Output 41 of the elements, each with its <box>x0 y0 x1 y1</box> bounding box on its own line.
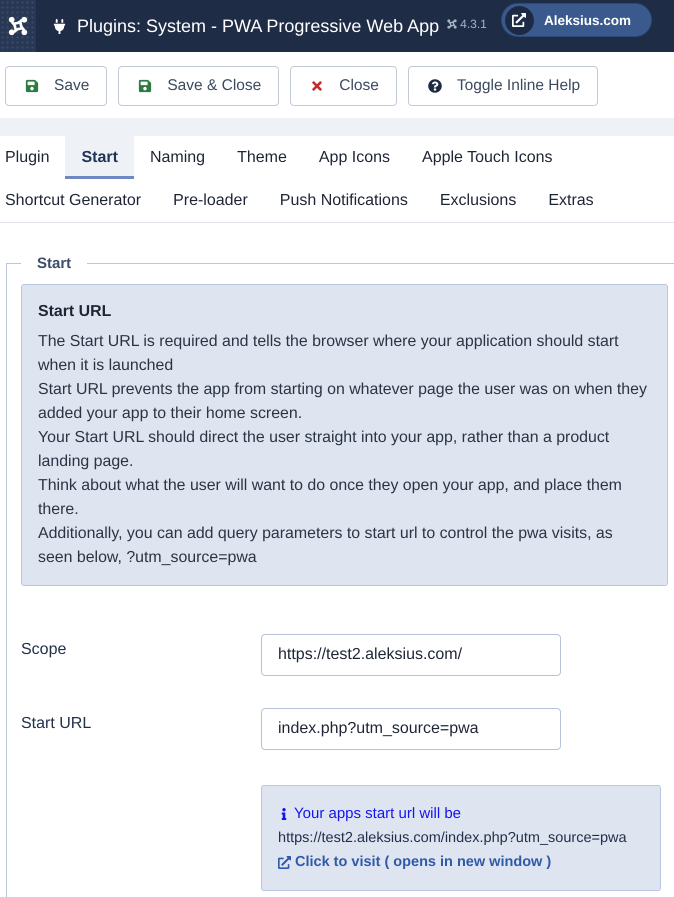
notice-paragraph: Your Start URL should direct the user straight into your app, rather than a product landing page. <box>38 428 610 472</box>
tab[interactable]: Push Notifications <box>264 179 424 222</box>
notice-paragraph: Additionally, you can add query parameters to start url to control the pwa visits, as seen below, ?utm_source=pwa <box>38 524 614 568</box>
notice-title: Start URL <box>38 302 112 322</box>
toolbar-button[interactable]: Save & Close <box>118 66 280 106</box>
tab[interactable]: App Icons <box>302 136 406 179</box>
save-icon <box>25 79 39 93</box>
visit-link[interactable]: Click to visit ( opens in new window ) <box>278 850 552 874</box>
start-url-text: https://test2.aleksius.com/index.php?utm_source=pwa <box>278 829 628 848</box>
tab[interactable]: Plugin <box>0 136 66 179</box>
tab[interactable]: Exclusions <box>424 179 532 222</box>
toolbar-button[interactable]: Toggle Inline Help <box>408 66 598 106</box>
close-icon <box>310 79 324 93</box>
field-label: Start URL <box>21 714 92 734</box>
section-legend: Start <box>21 255 88 272</box>
info-heading: Your apps start url will be <box>294 804 462 824</box>
page-title: Plugins: System - PWA Progressive Web App <box>77 16 440 36</box>
logo-icon <box>447 19 458 29</box>
toolbar-button[interactable]: Save <box>5 66 108 106</box>
tab[interactable]: Pre-loader <box>157 179 264 222</box>
tab[interactable]: Theme <box>221 136 303 179</box>
input-field[interactable]: index.php?utm_source=pwa <box>261 708 561 750</box>
tab[interactable]: Start <box>65 136 134 179</box>
tab[interactable]: Extras <box>532 179 610 222</box>
plug-icon <box>52 18 67 34</box>
notice-paragraph: The Start URL is required and tells the browser where your application should start when it is launched <box>38 332 620 376</box>
tab[interactable]: Apple Touch Icons <box>406 136 568 179</box>
field-label: Scope <box>21 640 68 660</box>
input-field[interactable]: https://test2.aleksius.com/ <box>261 634 561 676</box>
tab[interactable]: Shortcut Generator <box>0 179 158 222</box>
toolbar-button[interactable]: Close <box>290 66 397 106</box>
site-link[interactable]: Aleksius.com <box>500 3 652 37</box>
logo-icon[interactable] <box>0 0 36 52</box>
external-link-icon <box>278 856 291 868</box>
help-icon <box>428 79 442 93</box>
notice-paragraph: Think about what the user will want to do once they open your app, and place them there. <box>38 476 623 520</box>
save-icon <box>138 79 152 93</box>
notice-paragraph: Start URL prevents the app from starting on whatever page the user was on when they added your app to their home screen. <box>38 380 648 424</box>
version-text: 4.3.1 <box>460 17 487 31</box>
external-link-icon <box>504 6 534 34</box>
tab[interactable]: Naming <box>134 136 222 179</box>
